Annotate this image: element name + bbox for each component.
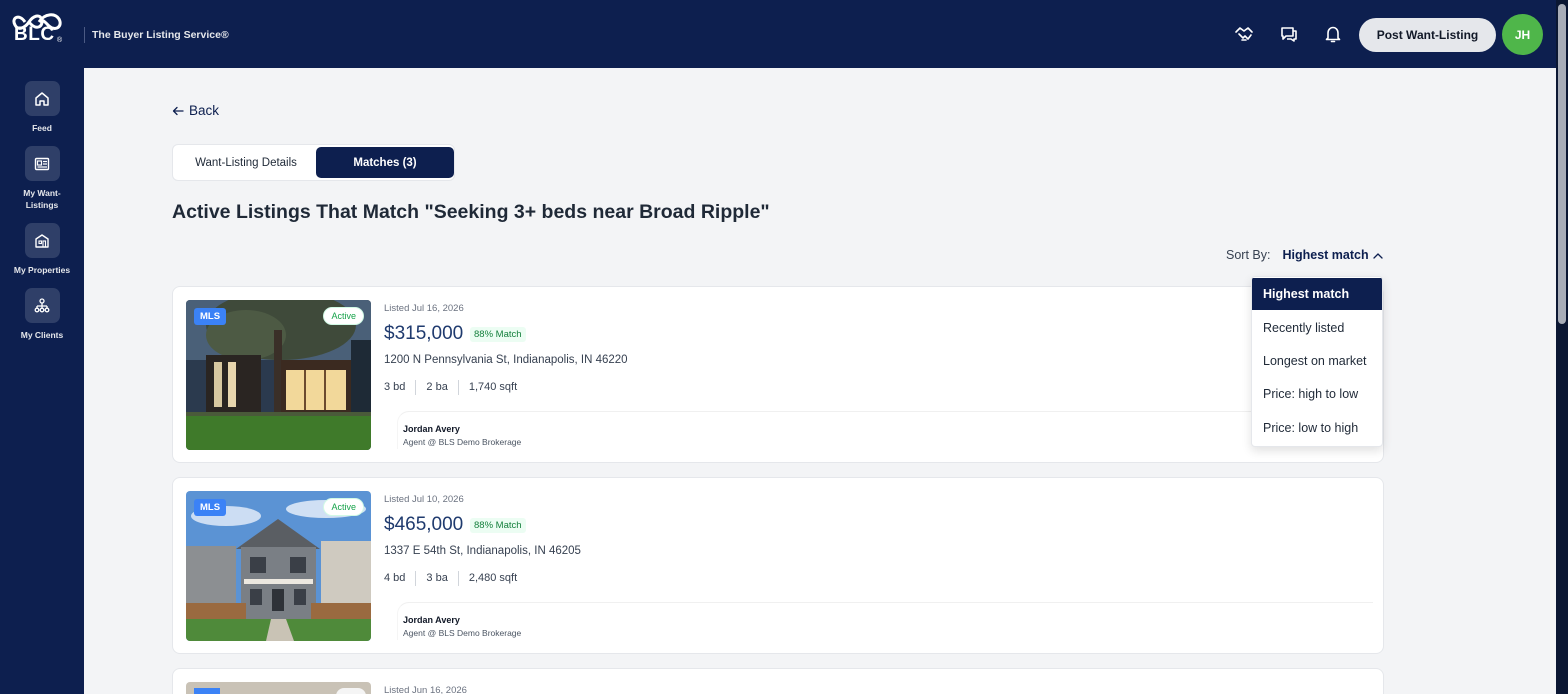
listed-date: Listed Jun 16, 2026 — [384, 685, 467, 694]
listing-specs: 3 bd 2 ba 1,740 sqft — [384, 380, 527, 395]
tab-matches[interactable]: Matches (3) — [316, 147, 454, 178]
sidebar: Feed My Want-Listings My Properties My C… — [0, 68, 84, 694]
listing-specs: 4 bd 3 ba 2,480 sqft — [384, 571, 527, 586]
baths: 2 ba — [415, 380, 457, 395]
top-bar: BLC ® The Buyer Listing Service® Post Wa… — [0, 0, 1556, 68]
sort-option-longest-on-market[interactable]: Longest on market — [1252, 345, 1382, 377]
agent-info: Jordan Avery Agent @ BLS Demo Brokerage — [397, 411, 1373, 449]
user-avatar[interactable]: JH — [1502, 14, 1543, 55]
sidebar-item-label: My Clients — [20, 330, 64, 340]
sort-control: Sort By: Highest match — [1226, 248, 1383, 262]
sort-option-price-high-to-low[interactable]: Price: high to low — [1252, 378, 1382, 410]
chevron-up-icon — [1372, 252, 1383, 259]
mls-badge: MLS — [194, 499, 227, 516]
agent-info: Jordan Avery Agent @ BLS Demo Brokerage — [397, 602, 1373, 640]
sidebar-item-label: My Properties — [13, 265, 71, 275]
listing-card[interactable]: MLS Active Listed Jul 10, 2026 $465,000 … — [172, 477, 1384, 654]
beds: 3 bd — [384, 381, 406, 393]
listing-address: 1200 N Pennsylvania St, Indianapolis, IN… — [384, 354, 628, 366]
listing-photo[interactable] — [186, 682, 371, 694]
sort-label: Sort By: — [1226, 248, 1271, 262]
sort-dropdown-toggle[interactable]: Highest match — [1282, 248, 1383, 262]
sort-option-recently-listed[interactable]: Recently listed — [1252, 312, 1382, 344]
sqft: 1,740 sqft — [457, 380, 527, 395]
org-chart-icon — [34, 297, 50, 312]
sidebar-item-feed[interactable]: Feed — [0, 81, 84, 134]
listing-card-icon — [34, 157, 50, 170]
match-badge: 88% Match — [470, 518, 526, 533]
beds: 4 bd — [384, 572, 406, 584]
tab-bar: Want-Listing Details Matches (3) — [172, 144, 455, 181]
page-title: Active Listings That Match "Seeking 3+ b… — [172, 201, 770, 223]
baths: 3 ba — [415, 571, 457, 586]
house-icon — [35, 233, 49, 248]
agent-name: Jordan Avery — [403, 615, 460, 625]
mls-badge: MLS — [194, 308, 227, 325]
listing-card[interactable]: Listed Jun 16, 2026 — [172, 668, 1384, 694]
listed-date: Listed Jul 16, 2026 — [384, 303, 464, 314]
listing-price: $315,000 — [384, 323, 464, 344]
sidebar-item-my-want-listings[interactable]: My Want-Listings — [0, 146, 84, 211]
sidebar-item-my-properties[interactable]: My Properties — [0, 223, 84, 276]
bell-icon[interactable] — [1323, 24, 1343, 44]
scrollbar-thumb[interactable] — [1558, 4, 1566, 324]
sort-option-price-low-to-high[interactable]: Price: low to high — [1252, 412, 1382, 444]
status-badge: Active — [323, 498, 364, 516]
handshake-icon[interactable] — [1234, 24, 1254, 44]
sidebar-item-my-clients[interactable]: My Clients — [0, 288, 84, 341]
agent-name: Jordan Avery — [403, 424, 460, 434]
agent-brokerage: Agent @ BLS Demo Brokerage — [403, 437, 522, 447]
back-link[interactable]: Back — [172, 103, 219, 118]
arrow-left-icon — [172, 106, 184, 115]
back-label: Back — [189, 103, 220, 118]
home-icon — [35, 91, 49, 106]
chat-icon[interactable] — [1279, 24, 1299, 44]
sidebar-item-label: My Want-Listings — [23, 188, 61, 210]
sort-dropdown-menu: Highest match Recently listed Longest on… — [1251, 276, 1383, 447]
listing-price: $465,000 — [384, 514, 464, 535]
listing-photo[interactable]: MLS Active — [186, 300, 371, 450]
tagline: The Buyer Listing Service® — [84, 27, 229, 43]
sort-value: Highest match — [1282, 248, 1369, 262]
listed-date: Listed Jul 10, 2026 — [384, 494, 464, 505]
listing-photo[interactable]: MLS Active — [186, 491, 371, 641]
post-want-listing-button[interactable]: Post Want-Listing — [1359, 18, 1496, 52]
logo-text: BLC — [14, 24, 55, 45]
status-badge: Active — [323, 307, 364, 325]
logo-registered-mark: ® — [57, 37, 63, 44]
sidebar-item-label: Feed — [32, 123, 52, 133]
listing-card[interactable]: MLS Active Listed Jul 16, 2026 $315,000 … — [172, 286, 1384, 463]
match-badge: 88% Match — [470, 327, 526, 342]
agent-brokerage: Agent @ BLS Demo Brokerage — [403, 628, 522, 638]
listing-address: 1337 E 54th St, Indianapolis, IN 46205 — [384, 545, 581, 557]
tab-want-listing-details[interactable]: Want-Listing Details — [176, 147, 316, 178]
house-photo — [186, 682, 371, 694]
sort-option-highest-match[interactable]: Highest match — [1252, 278, 1382, 310]
sqft: 2,480 sqft — [457, 571, 527, 586]
